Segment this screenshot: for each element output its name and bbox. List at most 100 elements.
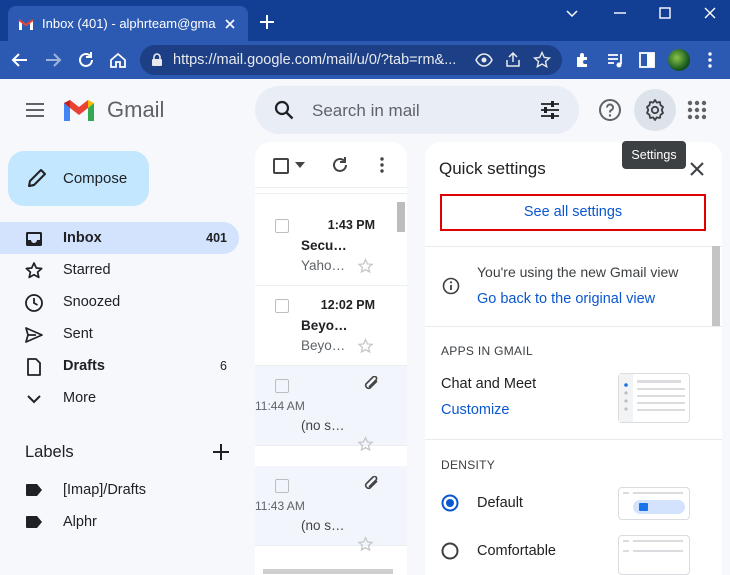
label-item[interactable]: Alphr <box>0 507 239 537</box>
browser-tab[interactable]: Inbox (401) - alphrteam@gmail.c <box>8 6 248 41</box>
profile-avatar[interactable] <box>668 49 690 71</box>
row-checkbox[interactable] <box>275 219 289 233</box>
density-option-comfortable[interactable]: Comfortable <box>477 543 556 559</box>
divider <box>425 326 722 327</box>
settings-button[interactable] <box>634 89 676 131</box>
chat-meet-label: Chat and Meet <box>441 376 537 392</box>
list-item[interactable]: 11:44 AM (no s… <box>255 366 407 452</box>
mail-time: 11:43 AM <box>255 499 305 513</box>
mail-subject: (no s… <box>301 518 345 533</box>
star-icon[interactable] <box>357 536 374 553</box>
list-item[interactable]: 1:43 PM Secu… Yaho… <box>255 206 407 286</box>
row-checkbox[interactable] <box>275 379 289 393</box>
bookmark-star-icon[interactable] <box>533 51 551 69</box>
refresh-icon[interactable] <box>331 156 349 174</box>
quick-settings-scrollbar[interactable] <box>712 246 720 326</box>
search-bar[interactable]: Search in mail <box>255 86 579 134</box>
side-panel-icon[interactable] <box>637 50 657 70</box>
sidebar-item-more[interactable]: More <box>0 382 239 414</box>
list-item[interactable]: 12:02 PM Beyo… Beyo… <box>255 286 407 366</box>
browser-menu-icon[interactable] <box>700 50 720 70</box>
compose-button[interactable]: Compose <box>8 151 149 206</box>
label-name: [Imap]/Drafts <box>63 482 146 498</box>
tab-title: Inbox (401) - alphrteam@gmail.c <box>42 16 216 31</box>
label-tag-icon <box>26 516 42 528</box>
url-text: https://mail.google.com/mail/u/0/?tab=rm… <box>173 52 457 68</box>
radio-unselected-icon[interactable] <box>441 542 459 560</box>
mail-list-scrollbar[interactable] <box>397 202 405 232</box>
eye-icon[interactable] <box>475 51 493 69</box>
minimize-icon[interactable] <box>610 5 630 21</box>
home-icon[interactable] <box>108 50 128 70</box>
star-icon[interactable] <box>357 258 374 275</box>
reload-icon[interactable] <box>76 50 96 70</box>
row-checkbox[interactable] <box>275 299 289 313</box>
share-icon[interactable] <box>504 51 522 69</box>
sidebar-item-label: Sent <box>63 326 93 342</box>
inbox-icon <box>26 232 42 246</box>
density-option-default[interactable]: Default <box>477 495 523 511</box>
forward-icon[interactable] <box>43 50 63 70</box>
sidebar-item-drafts[interactable]: Drafts 6 <box>0 350 239 382</box>
address-bar[interactable]: https://mail.google.com/mail/u/0/?tab=rm… <box>140 45 562 75</box>
original-view-link[interactable]: Go back to the original view <box>477 291 655 307</box>
sidebar-item-sent[interactable]: Sent <box>0 318 239 350</box>
search-icon[interactable] <box>273 99 295 121</box>
search-input[interactable]: Search in mail <box>312 101 420 121</box>
gmail-favicon-icon <box>18 18 34 30</box>
close-icon[interactable] <box>688 160 706 178</box>
google-apps-icon[interactable] <box>686 99 708 121</box>
mail-snippet: Beyo… <box>301 338 346 353</box>
sidebar-item-inbox[interactable]: Inbox 401 <box>0 222 239 254</box>
label-item[interactable]: [Imap]/Drafts <box>0 475 239 505</box>
mail-list-toolbar <box>255 142 407 188</box>
density-preview-icon <box>623 540 683 552</box>
sidebar-item-snoozed[interactable]: Snoozed <box>0 286 239 318</box>
sidebar-item-label: Snoozed <box>63 294 121 310</box>
browser-tab-bar: Inbox (401) - alphrteam@gmail.c <box>0 0 730 41</box>
sidebar-item-starred[interactable]: Starred <box>0 254 239 286</box>
mail-sender: Beyo… <box>301 318 348 333</box>
extensions-icon[interactable] <box>573 50 593 70</box>
help-icon[interactable] <box>598 98 622 122</box>
new-tab-icon[interactable] <box>258 13 276 31</box>
unread-count: 401 <box>206 231 227 245</box>
more-vert-icon[interactable] <box>373 156 391 174</box>
close-window-icon[interactable] <box>700 5 720 21</box>
mail-time: 1:43 PM <box>327 218 375 232</box>
see-all-settings-button[interactable]: See all settings <box>440 194 706 231</box>
settings-tooltip: Settings <box>622 141 686 169</box>
select-all-checkbox[interactable] <box>273 158 289 174</box>
close-tab-icon[interactable] <box>222 16 238 32</box>
customize-link[interactable]: Customize <box>441 402 510 418</box>
scrollbar-thumb[interactable] <box>263 569 393 574</box>
add-label-icon[interactable] <box>211 442 231 462</box>
info-icon <box>442 277 460 295</box>
caret-down-icon[interactable] <box>295 162 305 168</box>
back-icon[interactable] <box>10 50 30 70</box>
maximize-icon[interactable] <box>655 5 675 21</box>
main-menu-icon[interactable] <box>24 99 46 121</box>
star-icon[interactable] <box>357 338 374 355</box>
star-icon[interactable] <box>357 436 374 453</box>
label-tag-icon <box>26 484 42 496</box>
gmail-view-notice: You're using the new Gmail view <box>477 264 679 280</box>
gear-icon <box>646 99 664 121</box>
mail-time: 12:02 PM <box>320 298 375 312</box>
lock-icon[interactable] <box>150 53 164 67</box>
attachment-icon <box>364 476 378 490</box>
sidebar-item-label: Drafts <box>63 358 105 374</box>
row-checkbox[interactable] <box>275 479 289 493</box>
tab-search-icon[interactable] <box>562 5 582 21</box>
gmail-logo[interactable] <box>62 97 96 123</box>
divider <box>425 246 722 247</box>
search-options-icon[interactable] <box>539 99 561 121</box>
list-item[interactable]: 11:43 AM (no s… <box>255 466 407 552</box>
radio-selected-icon[interactable] <box>441 494 459 512</box>
chevron-down-icon <box>27 395 41 404</box>
density-heading: DENSITY <box>441 458 496 472</box>
media-control-icon[interactable] <box>605 50 625 70</box>
mail-list-horizontal-scrollbar[interactable] <box>255 567 407 575</box>
draft-icon <box>27 358 41 376</box>
mail-sender: Secu… <box>301 238 347 253</box>
